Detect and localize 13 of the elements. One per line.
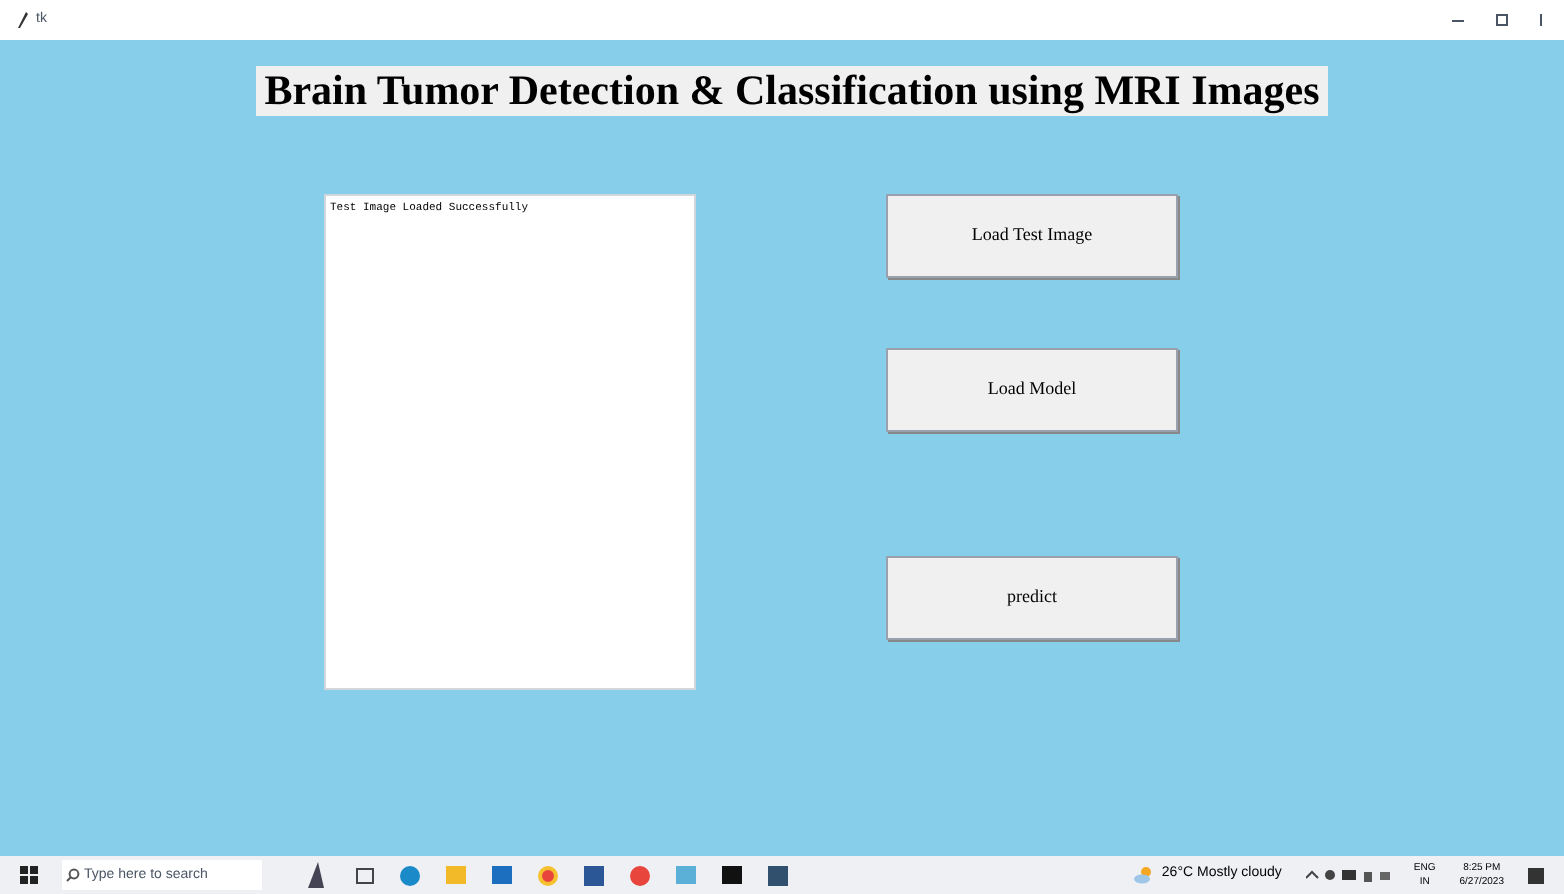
search-icon[interactable]: [62, 860, 84, 890]
task-view-icon[interactable]: [356, 867, 374, 883]
action-button[interactable]: predict: [886, 556, 1178, 640]
maximize-icon[interactable]: [1496, 14, 1508, 26]
windows-icon[interactable]: [20, 866, 38, 884]
action-button[interactable]: Load Model: [886, 348, 1178, 432]
notification-icon[interactable]: [1528, 867, 1544, 883]
minimize-icon[interactable]: [1452, 19, 1464, 21]
app-icon[interactable]: [768, 865, 788, 885]
action-button[interactable]: Load Test Image: [886, 194, 1178, 278]
weather-icon: [1133, 866, 1154, 884]
feather-icon: [16, 11, 28, 29]
app-heading: Brain Tumor Detection & Classification using MRI Images: [256, 66, 1328, 116]
